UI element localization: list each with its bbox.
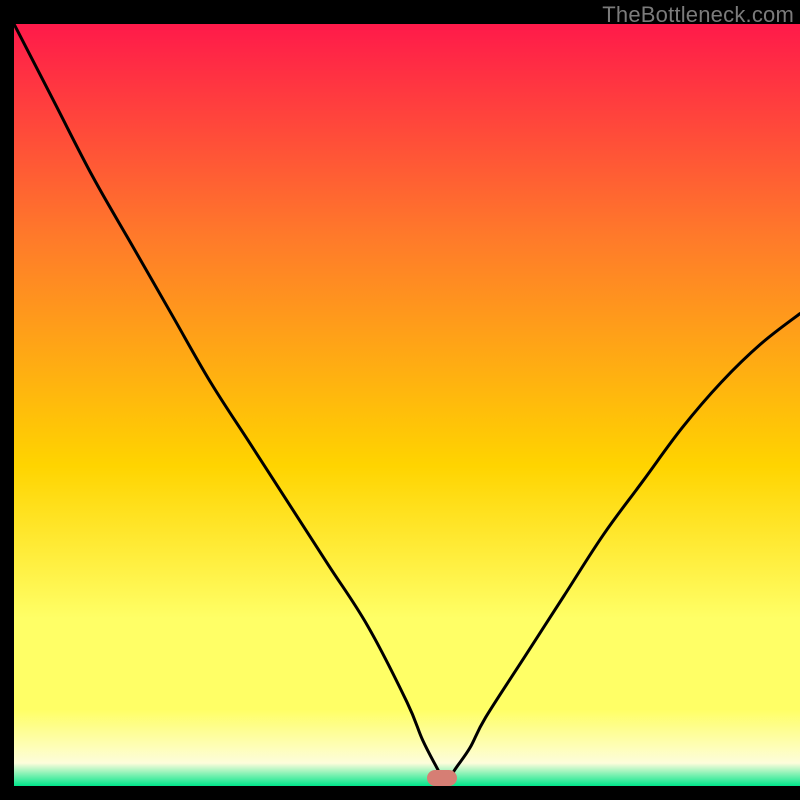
chart-frame: TheBottleneck.com	[14, 0, 800, 786]
gradient-background	[14, 24, 800, 786]
plot-area	[14, 24, 800, 786]
chart-svg	[14, 24, 800, 786]
optimal-point-marker	[427, 770, 457, 786]
